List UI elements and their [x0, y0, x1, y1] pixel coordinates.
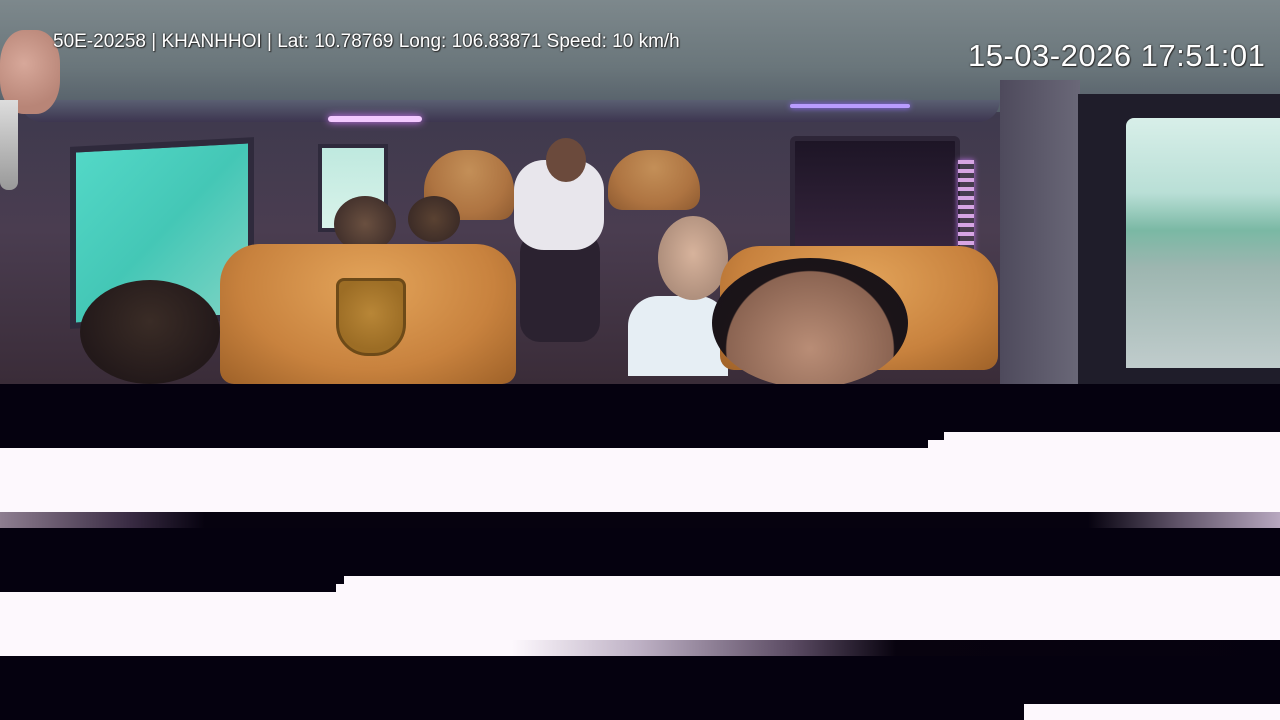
held-object — [0, 100, 18, 190]
osd-vehicle-info: 50E-20258 | KHANHHOI | Lat: 10.78769 Lon… — [53, 31, 680, 52]
passenger-head-blurred — [80, 280, 220, 384]
ambient-light-strip-right — [790, 104, 910, 108]
glitch-band — [0, 512, 1280, 528]
passenger-head — [546, 138, 586, 182]
glitch-band — [0, 384, 1280, 432]
glitch-band — [944, 432, 1280, 448]
osd-timestamp: 15-03-2026 17:51:01 — [968, 38, 1266, 73]
passenger-head — [658, 216, 728, 300]
glitch-band — [344, 576, 1280, 592]
glitch-band — [0, 592, 1280, 640]
rear-seat-right — [608, 150, 700, 210]
glitch-band — [336, 584, 344, 592]
glitch-band — [0, 528, 1280, 576]
side-pillar — [1000, 80, 1080, 384]
door-window — [1126, 118, 1280, 368]
seat-emblem-icon — [336, 278, 406, 356]
glitch-band — [0, 448, 1280, 512]
dashcam-frame: 50E-20258 | KHANHHOI | Lat: 10.78769 Lon… — [0, 0, 1280, 720]
passenger-head-foreground — [712, 258, 908, 384]
ambient-light-strip — [328, 116, 422, 122]
glitch-band — [1024, 704, 1280, 720]
passenger-head — [408, 196, 460, 242]
glitch-band — [0, 640, 1280, 656]
glitch-band — [928, 440, 944, 448]
